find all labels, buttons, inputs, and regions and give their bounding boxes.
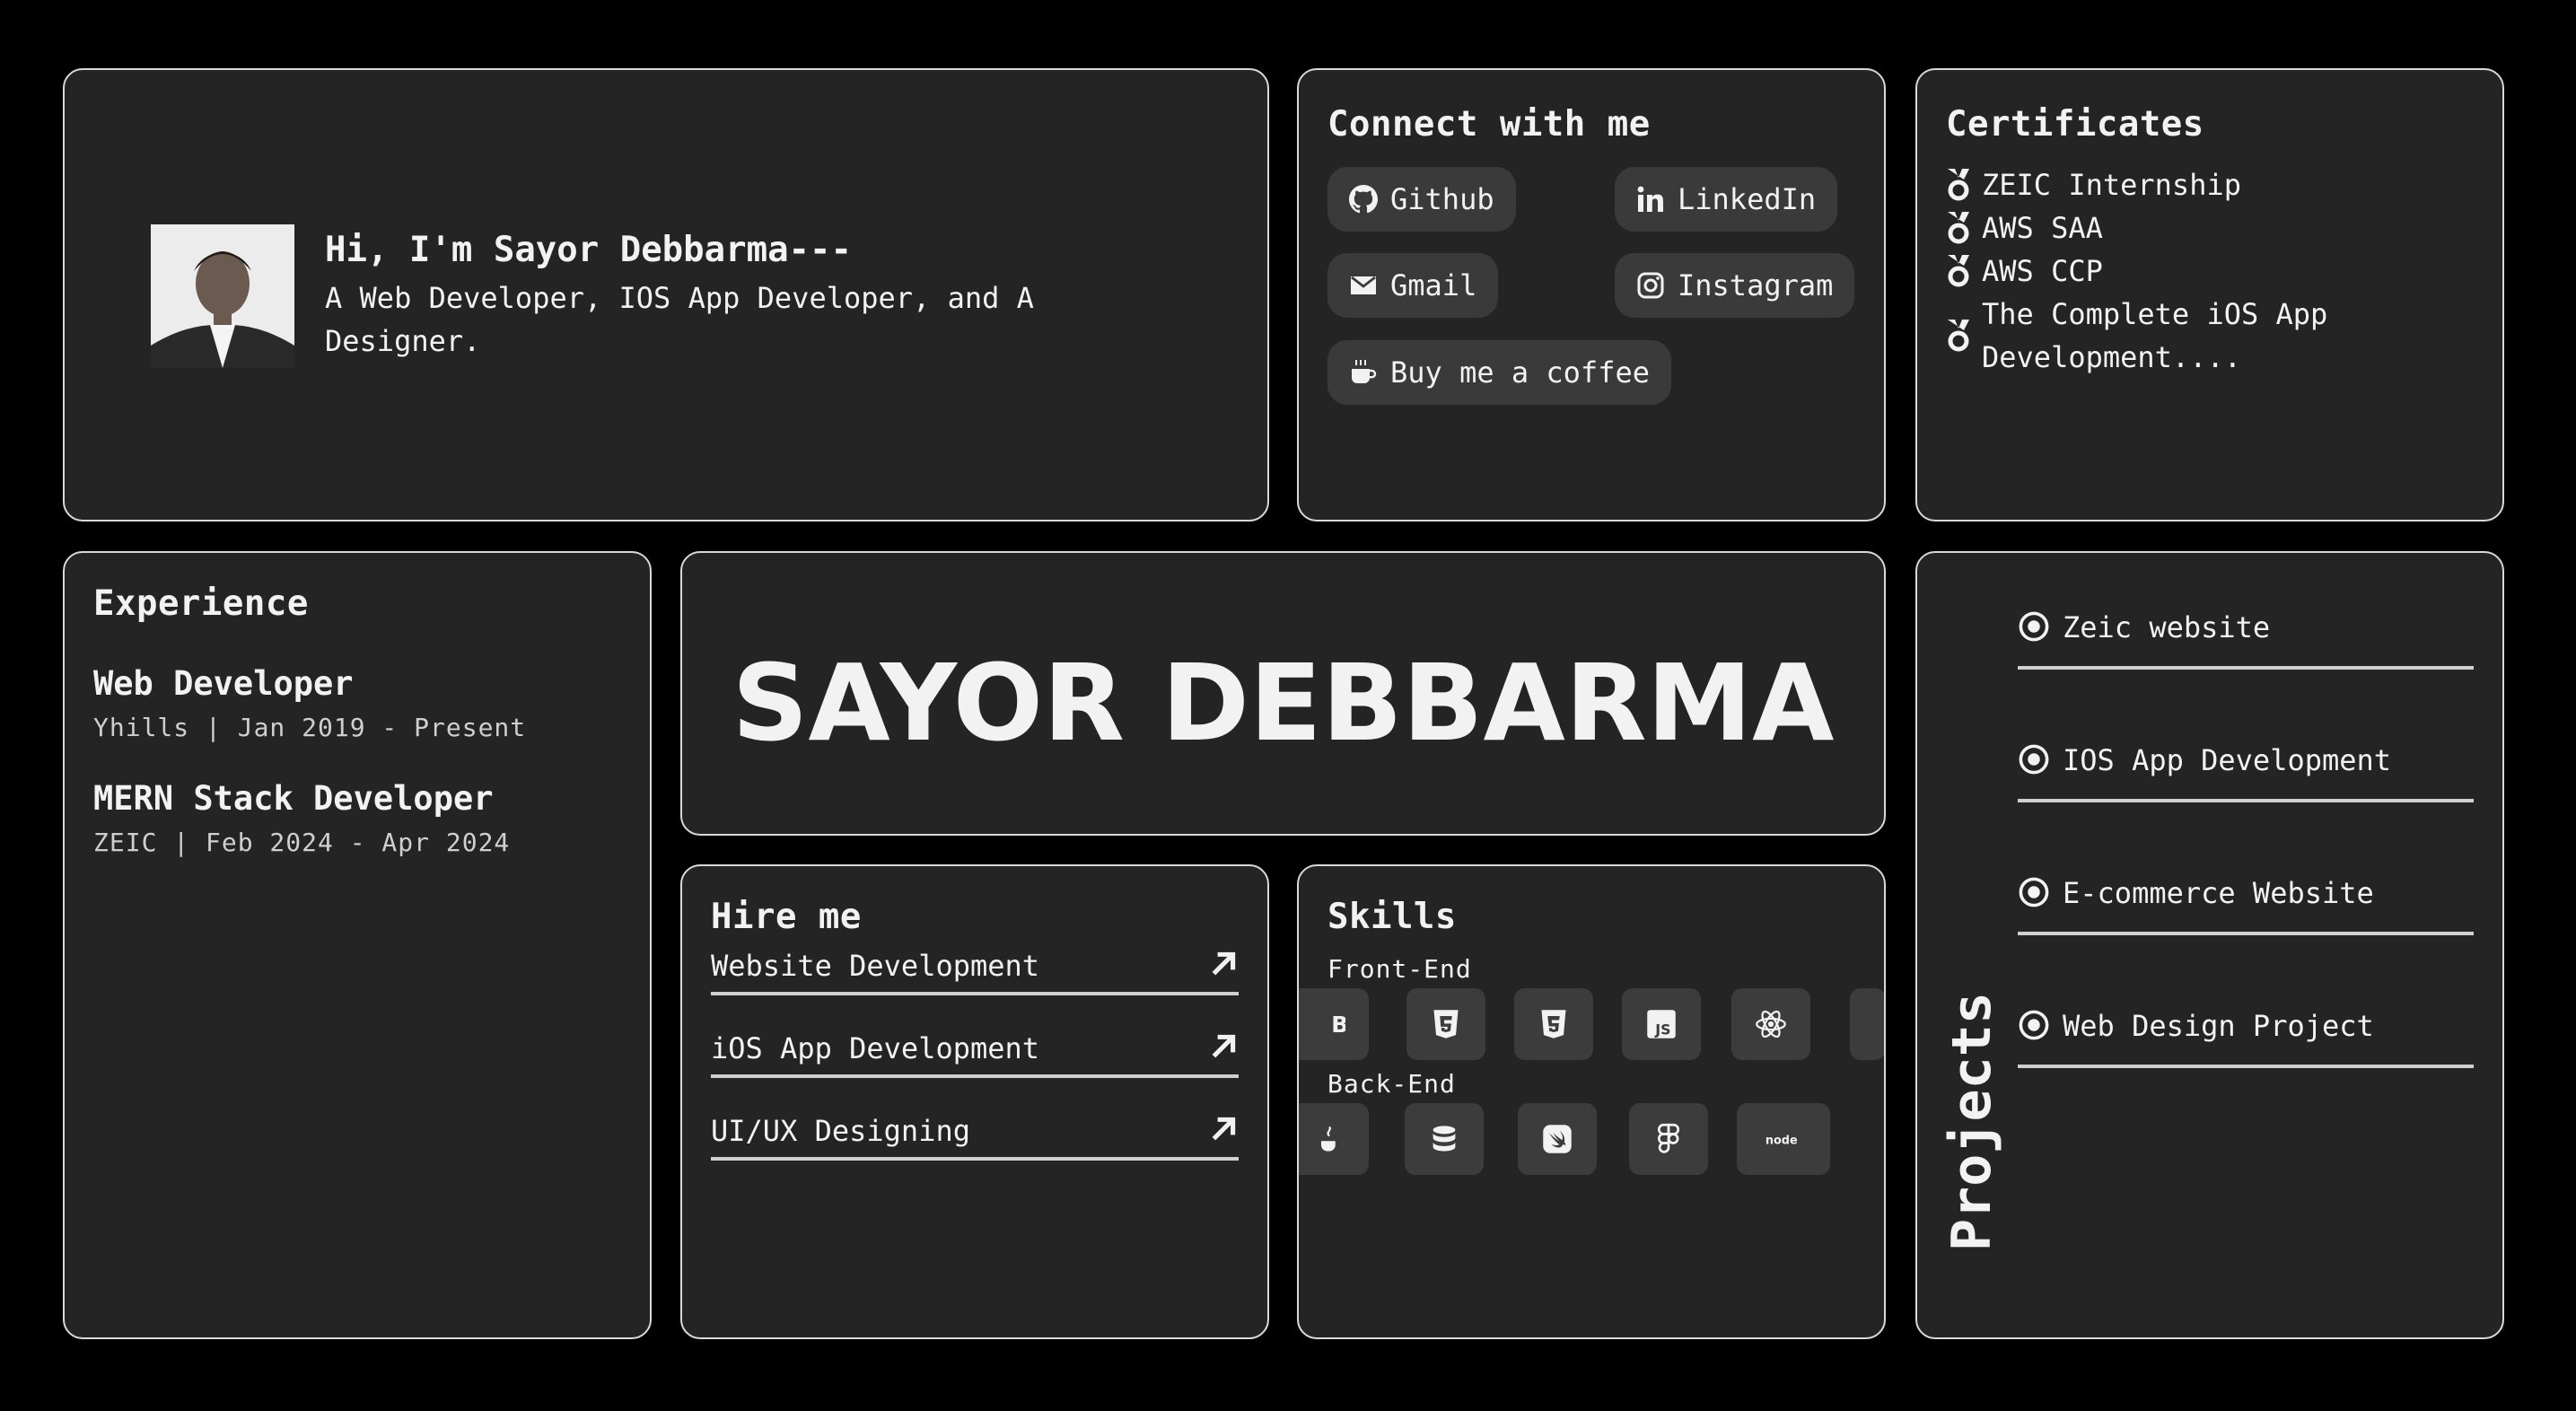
coffee-link[interactable]: Buy me a coffee — [1327, 340, 1671, 405]
certificate-label-cont: Development.... — [1982, 340, 2241, 374]
certificates-card: Certificates ZEIC Internship AWS SAA AWS… — [1915, 68, 2504, 521]
svg-text:B: B — [1331, 1012, 1345, 1038]
projects-title: Projects — [1941, 992, 2003, 1251]
figma-icon — [1629, 1103, 1708, 1175]
swift-icon — [1518, 1103, 1597, 1175]
intro-greeting: Hi, I'm Sayor Debbarma--- — [325, 230, 852, 270]
radio-dot-icon — [2019, 877, 2049, 907]
medal-icon — [1948, 320, 1969, 352]
project-item-ecommerce[interactable]: E-commerce Website — [2018, 819, 2474, 935]
radio-dot-icon — [2019, 744, 2049, 775]
react-icon — [1731, 988, 1810, 1060]
hire-item-website[interactable]: Website Development — [711, 915, 1239, 995]
avatar — [151, 224, 294, 368]
svg-text:JS: JS — [1654, 1021, 1670, 1038]
radio-dot-icon — [2019, 611, 2049, 642]
partial-skill-icon — [1850, 988, 1884, 1060]
css3-icon — [1514, 988, 1593, 1060]
instagram-link[interactable]: Instagram — [1615, 253, 1855, 318]
certificate-item: The Complete iOS App Development.... — [1946, 293, 2327, 379]
hire-item-label: Website Development — [711, 949, 1040, 983]
connect-card: Connect with me Github LinkedIn Gmail In… — [1297, 68, 1886, 521]
skills-title: Skills — [1327, 897, 1457, 937]
radio-dot-icon — [2019, 1010, 2049, 1040]
java-icon — [1299, 1103, 1369, 1175]
svg-text:node: node — [1766, 1135, 1798, 1148]
medal-icon — [1948, 169, 1969, 201]
javascript-icon: JS — [1622, 988, 1701, 1060]
gmail-label: Gmail — [1390, 268, 1477, 302]
certificate-item: AWS SAA — [1946, 206, 2103, 250]
project-label: Zeic website — [2063, 610, 2271, 644]
experience-title: Experience — [93, 583, 309, 624]
hero-card: SAYOR DEBBARMA — [680, 551, 1886, 836]
github-label: Github — [1390, 182, 1494, 216]
project-item-ios[interactable]: IOS App Development — [2018, 686, 2474, 802]
hero-name: SAYOR DEBBARMA — [732, 641, 1835, 765]
certificate-item: AWS CCP — [1946, 250, 2103, 293]
projects-card: Projects Zeic website IOS App Developmen… — [1915, 551, 2504, 1339]
hire-item-label: UI/UX Designing — [711, 1114, 970, 1148]
job-role: MERN Stack Developer — [93, 779, 494, 818]
instagram-icon — [1637, 272, 1664, 299]
project-label: Web Design Project — [2063, 1009, 2374, 1043]
certificate-label: The Complete iOS App — [1982, 297, 2328, 331]
job-meta: ZEIC | Feb 2024 - Apr 2024 — [93, 828, 511, 857]
skills-card: Skills Front-End B JS Back-End node — [1297, 864, 1886, 1339]
medal-icon — [1948, 212, 1969, 244]
gmail-link[interactable]: Gmail — [1327, 253, 1499, 318]
project-item-webdesign[interactable]: Web Design Project — [2018, 951, 2474, 1068]
hire-item-ios[interactable]: iOS App Development — [711, 997, 1239, 1078]
coffee-label: Buy me a coffee — [1390, 355, 1650, 390]
project-label: E-commerce Website — [2063, 876, 2374, 910]
intro-tagline: A Web Developer, IOS App Developer, and … — [325, 281, 1034, 358]
certificate-label: AWS CCP — [1982, 254, 2103, 288]
mail-icon — [1351, 276, 1376, 294]
arrow-up-right-icon — [1212, 1117, 1236, 1141]
certificate-item: ZEIC Internship — [1946, 163, 2241, 206]
github-link[interactable]: Github — [1327, 167, 1516, 232]
intro-card: Hi, I'm Sayor Debbarma--- A Web Develope… — [63, 68, 1269, 521]
linkedin-icon — [1637, 186, 1663, 212]
linkedin-label: LinkedIn — [1678, 182, 1817, 216]
instagram-label: Instagram — [1678, 268, 1834, 302]
job-meta: Yhills | Jan 2019 - Present — [93, 713, 527, 742]
html5-icon — [1406, 988, 1485, 1060]
github-icon — [1349, 185, 1378, 214]
project-item-zeic[interactable]: Zeic website — [2018, 553, 2474, 670]
certificate-label: AWS SAA — [1982, 211, 2103, 245]
arrow-up-right-icon — [1212, 951, 1236, 976]
database-icon — [1405, 1103, 1484, 1175]
job-role: Web Developer — [93, 664, 354, 703]
hire-item-uiux[interactable]: UI/UX Designing — [711, 1080, 1239, 1161]
frontend-label: Front-End — [1327, 954, 1472, 984]
medal-icon — [1948, 255, 1969, 287]
certificates-title: Certificates — [1946, 104, 2204, 145]
hire-item-label: iOS App Development — [711, 1031, 1040, 1065]
connect-title: Connect with me — [1327, 104, 1651, 145]
coffee-icon — [1352, 360, 1377, 383]
hire-card: Hire me Website Development iOS App Deve… — [680, 864, 1269, 1339]
experience-card: Experience Web Developer Yhills | Jan 20… — [63, 551, 652, 1339]
certificate-label: ZEIC Internship — [1982, 168, 2241, 202]
project-label: IOS App Development — [2063, 743, 2392, 777]
backend-label: Back-End — [1327, 1069, 1456, 1099]
linkedin-link[interactable]: LinkedIn — [1615, 167, 1838, 232]
arrow-up-right-icon — [1212, 1034, 1236, 1058]
nodejs-icon: node — [1737, 1103, 1830, 1175]
bootstrap-icon: B — [1299, 988, 1369, 1060]
